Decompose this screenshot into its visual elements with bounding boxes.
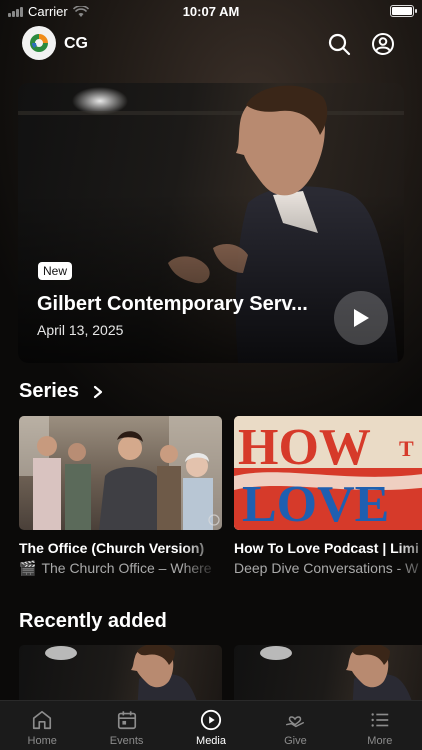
artwork-love-text: LOVE — [242, 476, 389, 530]
logo-icon — [30, 34, 48, 52]
play-circle-icon — [200, 709, 222, 731]
give-heart-icon — [286, 716, 305, 728]
tab-events[interactable]: Events — [84, 701, 168, 750]
tab-give[interactable]: Give — [253, 701, 337, 750]
series-subtitle-row: Deep Dive Conversations - W — [234, 560, 422, 576]
tab-label: More — [367, 735, 393, 747]
chevron-right-icon — [93, 385, 103, 398]
tab-label: Home — [27, 735, 57, 747]
speaker-thumbnail — [260, 645, 412, 701]
artwork-how-text: HOW — [238, 419, 371, 476]
new-badge: New — [38, 262, 73, 280]
status-bar: Carrier 10:07 AM — [0, 0, 422, 22]
series-heading: Series — [19, 380, 80, 402]
recent-carousel[interactable] — [19, 645, 422, 701]
recent-header: Recently added — [19, 610, 167, 633]
recent-item-thumbnail[interactable] — [19, 645, 222, 701]
recent-heading: Recently added — [19, 610, 167, 632]
speaker-thumbnail — [45, 645, 197, 701]
tab-label: Media — [196, 735, 226, 747]
tab-bar: Home Events Media Give More — [0, 700, 422, 750]
series-carousel[interactable]: The Office (Church Version) 🎬 The Church… — [19, 416, 422, 586]
series-thumbnail: HOW T LOVE — [234, 416, 422, 530]
play-icon — [354, 309, 369, 327]
home-icon — [33, 710, 52, 730]
calendar-icon — [117, 711, 136, 730]
series-card[interactable]: The Office (Church Version) 🎬 The Church… — [19, 416, 222, 577]
artwork-to-text: T — [399, 436, 414, 461]
search-icon[interactable] — [327, 32, 351, 56]
tab-media[interactable]: Media — [169, 701, 253, 750]
featured-hero-card[interactable]: New Gilbert Contemporary Serv... April 1… — [18, 83, 404, 363]
series-title: The Office (Church Version) — [19, 540, 205, 556]
series-subtitle-row: 🎬 The Church Office – Where — [19, 560, 222, 577]
series-subtitle: The Church Office – Where — [41, 560, 212, 576]
tab-home[interactable]: Home — [0, 701, 84, 750]
series-thumbnail — [19, 416, 222, 530]
series-header[interactable]: Series — [19, 380, 103, 403]
hero-title: Gilbert Contemporary Serv... — [37, 293, 308, 315]
recent-item-thumbnail[interactable] — [234, 645, 422, 701]
office-group-photo — [19, 416, 222, 530]
brand-name: CG — [64, 35, 88, 52]
series-title: How To Love Podcast | Limi — [234, 540, 419, 556]
status-time: 10:07 AM — [182, 4, 240, 19]
series-subtitle: Deep Dive Conversations - W — [234, 560, 419, 576]
series-card[interactable]: HOW T LOVE How To Love Podcast | Limi De… — [234, 416, 422, 576]
tab-label: Events — [109, 735, 144, 747]
church-logo[interactable] — [22, 26, 56, 60]
hero-date: April 13, 2025 — [37, 322, 124, 338]
battery-icon — [390, 5, 417, 17]
how-to-love-artwork: HOW T LOVE — [234, 416, 422, 530]
tab-more[interactable]: More — [338, 701, 422, 750]
app-header: CG — [0, 26, 422, 62]
play-button[interactable] — [334, 291, 388, 345]
menu-list-icon — [371, 713, 389, 727]
tab-label: Give — [284, 735, 307, 747]
clapperboard-icon: 🎬 — [19, 560, 37, 576]
account-icon[interactable] — [371, 32, 395, 56]
